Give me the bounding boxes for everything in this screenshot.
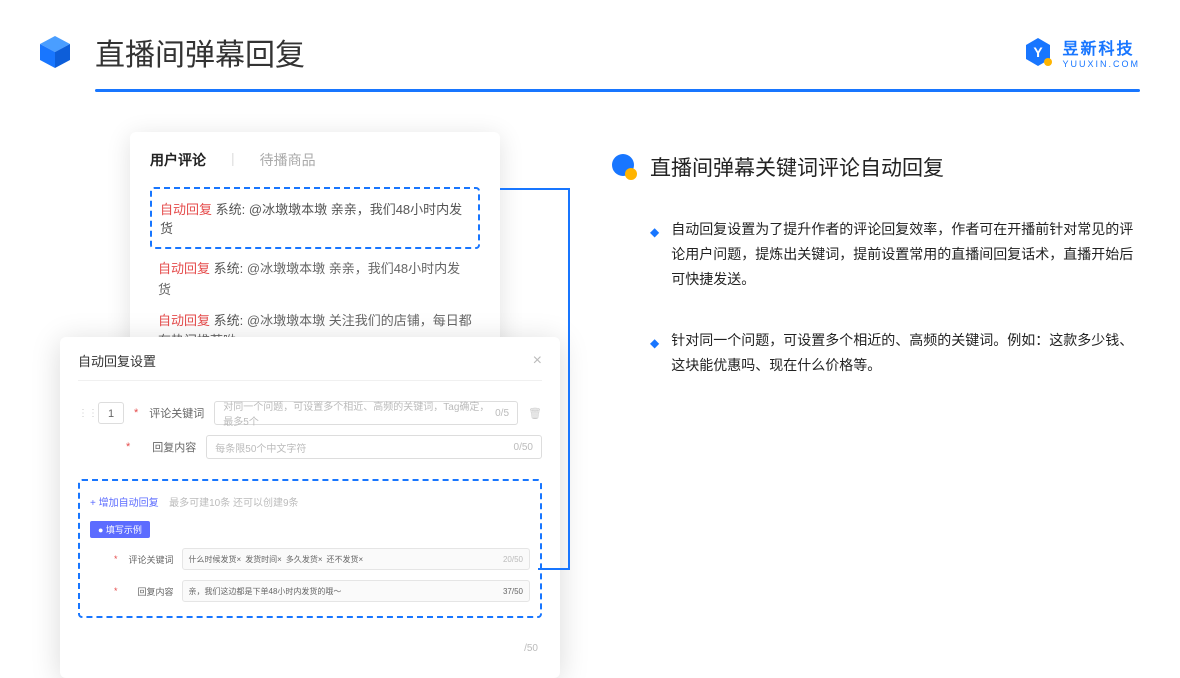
auto-reply-tag: 自动回复	[158, 261, 210, 276]
brand-name-cn: 昱新科技	[1062, 35, 1140, 59]
example-reply-text: 亲，我们这边都是下单48小时内发货的哦～	[189, 586, 342, 597]
keyword-tag: 什么时候发货×	[189, 554, 242, 565]
diamond-icon: ◆	[650, 333, 659, 378]
brand-logo: Y 昱新科技 YUUXIN.COM	[1022, 35, 1140, 69]
example-badge: ● 填写示例	[90, 521, 150, 538]
tab-pending-goods[interactable]: 待播商品	[260, 150, 316, 170]
char-count: 0/5	[495, 408, 509, 419]
trash-icon[interactable]: 🗑	[528, 407, 542, 420]
drag-handle-icon[interactable]: ⋮⋮	[78, 408, 88, 419]
settings-card: 自动回复设置 × ⋮⋮ 1 * 评论关键词 对同一个问题，可设置多个相近、高频的…	[60, 337, 560, 678]
reply-row: * 回复内容 每条限50个中文字符 0/50	[78, 435, 542, 459]
example-keyword-label: 评论关键词	[126, 553, 174, 566]
auto-reply-tag: 自动回复	[160, 202, 212, 217]
auto-reply-tag: 自动回复	[158, 313, 210, 328]
cube-icon	[35, 32, 75, 72]
system-prefix: 系统:	[214, 313, 244, 328]
main-content: 用户评论 | 待播商品 自动回复 系统: @冰墩墩本墩 亲亲，我们48小时内发货…	[0, 92, 1180, 413]
connector-line	[500, 188, 570, 190]
bullet-text: 自动回复设置为了提升作者的评论回复效率，作者可在开播前针对常见的评论用户问题，提…	[671, 217, 1140, 293]
keyword-input[interactable]: 对同一个问题，可设置多个相近、高频的关键词，Tag确定，最多5个 0/5	[214, 401, 518, 425]
section-header: 直播间弹幕关键词评论自动回复	[610, 152, 1140, 182]
add-auto-reply-link[interactable]: + 增加自动回复	[90, 498, 159, 509]
char-count: 37/50	[503, 587, 523, 596]
settings-title: 自动回复设置	[78, 351, 156, 370]
tabs: 用户评论 | 待播商品	[150, 150, 480, 182]
keyword-label: 评论关键词	[148, 405, 204, 421]
svg-text:Y: Y	[1034, 44, 1044, 60]
keyword-tag: 发货时间×	[245, 554, 282, 565]
highlighted-comment: 自动回复 系统: @冰墩墩本墩 亲亲，我们48小时内发货	[150, 187, 480, 249]
bullet-text: 针对同一个问题，可设置多个相近的、高频的关键词。例如：这款多少钱、这块能优惠吗、…	[671, 328, 1140, 378]
item-number: 1	[98, 402, 124, 424]
example-reply-label: 回复内容	[126, 585, 174, 598]
outer-char-count: /50	[524, 643, 538, 654]
keyword-tag: 还不发货×	[327, 554, 364, 565]
explanation-column: 直播间弹幕关键词评论自动回复 ◆ 自动回复设置为了提升作者的评论回复效率，作者可…	[610, 132, 1140, 413]
example-block: + 增加自动回复 最多可建10条 还可以创建9条 ● 填写示例 * 评论关键词 …	[78, 479, 542, 618]
example-reply-input[interactable]: 亲，我们这边都是下单48小时内发货的哦～ 37/50	[182, 580, 530, 602]
tab-user-comments[interactable]: 用户评论	[150, 150, 206, 170]
tab-separator: |	[231, 150, 235, 170]
settings-title-row: 自动回复设置 ×	[78, 351, 542, 381]
diamond-icon: ◆	[650, 222, 659, 293]
add-auto-reply-row: + 增加自动回复 最多可建10条 还可以创建9条	[90, 493, 530, 511]
keyword-row: ⋮⋮ 1 * 评论关键词 对同一个问题，可设置多个相近、高频的关键词，Tag确定…	[78, 401, 542, 425]
char-count: 20/50	[503, 555, 523, 564]
system-prefix: 系统:	[216, 202, 246, 217]
close-icon[interactable]: ×	[533, 352, 542, 370]
bubble-icon	[610, 153, 638, 181]
keyword-tag: 多久发货×	[286, 554, 323, 565]
required-star: *	[114, 554, 118, 564]
bullet-item: ◆ 针对同一个问题，可设置多个相近的、高频的关键词。例如：这款多少钱、这块能优惠…	[610, 328, 1140, 378]
system-prefix: 系统:	[214, 261, 244, 276]
reply-input[interactable]: 每条限50个中文字符 0/50	[206, 435, 542, 459]
example-tag-input[interactable]: 什么时候发货× 发货时间× 多久发货× 还不发货× 20/50	[182, 548, 530, 570]
comment-row: 自动回复 系统: @冰墩墩本墩 亲亲，我们48小时内发货	[150, 249, 480, 301]
bullet-item: ◆ 自动回复设置为了提升作者的评论回复效率，作者可在开播前针对常见的评论用户问题…	[610, 217, 1140, 293]
header: 直播间弹幕回复 Y 昱新科技 YUUXIN.COM	[0, 0, 1180, 89]
example-reply-row: * 回复内容 亲，我们这边都是下单48小时内发货的哦～ 37/50	[90, 580, 530, 602]
example-keyword-row: * 评论关键词 什么时候发货× 发货时间× 多久发货× 还不发货× 20/50	[90, 548, 530, 570]
add-hint: 最多可建10条 还可以创建9条	[169, 498, 298, 509]
required-star: *	[126, 441, 130, 453]
required-star: *	[114, 586, 118, 596]
page-title: 直播间弹幕回复	[95, 30, 1022, 74]
input-placeholder: 每条限50个中文字符	[215, 440, 306, 455]
section-title: 直播间弹幕关键词评论自动回复	[650, 152, 944, 182]
comments-card: 用户评论 | 待播商品 自动回复 系统: @冰墩墩本墩 亲亲，我们48小时内发货…	[130, 132, 500, 370]
brand-name-en: YUUXIN.COM	[1062, 59, 1140, 69]
reply-label: 回复内容	[140, 439, 196, 455]
char-count: 0/50	[514, 442, 533, 453]
required-star: *	[134, 407, 138, 419]
connector-line	[568, 188, 570, 568]
screenshot-column: 用户评论 | 待播商品 自动回复 系统: @冰墩墩本墩 亲亲，我们48小时内发货…	[60, 132, 560, 413]
input-placeholder: 对同一个问题，可设置多个相近、高频的关键词，Tag确定，最多5个	[223, 398, 495, 428]
